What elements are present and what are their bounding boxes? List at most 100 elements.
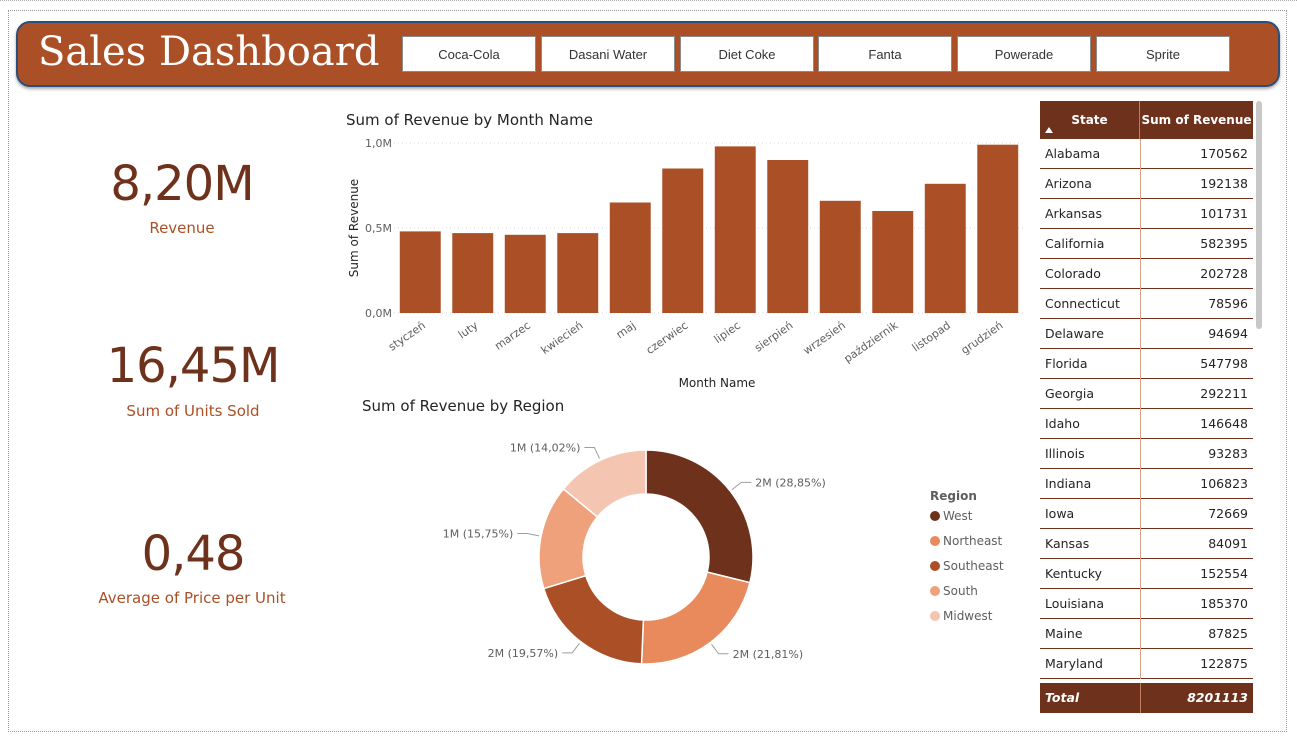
donut-slice[interactable] [542, 574, 645, 665]
cell-revenue: 185370 [1200, 596, 1248, 611]
table-scrollbar[interactable] [1256, 101, 1262, 329]
slice-data-label: 2M (19,57%) [488, 647, 559, 660]
state-revenue-table[interactable]: State Sum of Revenue Alabama 170562 Arizon… [1040, 101, 1253, 713]
legend-item[interactable]: South [943, 584, 978, 598]
column-divider [1140, 259, 1141, 289]
donut-chart[interactable]: 2M (28,85%) 2M (21,81%) 2M (19,57%) 1M (15,… [420, 420, 1020, 680]
bar[interactable] [872, 211, 914, 313]
cell-state: Colorado [1045, 266, 1101, 281]
table-row[interactable]: Maine 87825 [1040, 619, 1253, 649]
table-row[interactable]: Colorado 202728 [1040, 259, 1253, 289]
bar[interactable] [557, 233, 599, 313]
table-row[interactable]: Kansas 84091 [1040, 529, 1253, 559]
cell-state: California [1045, 236, 1105, 251]
table-row[interactable]: Maryland 122875 [1040, 649, 1253, 679]
cell-state: Delaware [1045, 326, 1104, 341]
column-divider [1140, 649, 1141, 679]
slicer-dasani-water[interactable]: Dasani Water [541, 36, 675, 72]
table-row[interactable]: Delaware 94694 [1040, 319, 1253, 349]
slicer-coca-cola[interactable]: Coca-Cola [402, 36, 536, 72]
slicer-diet-coke[interactable]: Diet Coke [680, 36, 814, 72]
bar[interactable] [452, 233, 494, 313]
legend-marker [930, 536, 940, 546]
slice-data-label: 1M (14,02%) [510, 442, 581, 455]
slicer-sprite[interactable]: Sprite [1096, 36, 1230, 72]
legend-item[interactable]: Midwest [943, 609, 993, 623]
slicer-powerade[interactable]: Powerade [957, 36, 1091, 72]
kpi-units-value: 16,45M [106, 338, 281, 394]
bar[interactable] [399, 231, 441, 313]
kpi-price-label: Average of Price per Unit [98, 589, 286, 607]
bar[interactable] [977, 144, 1019, 313]
slice-data-label: 1M (15,75%) [443, 528, 514, 541]
x-tick-label: marzec [492, 319, 533, 353]
legend-item[interactable]: Northeast [943, 534, 1003, 548]
x-tick-label: listopad [910, 319, 953, 355]
x-tick-label: sierpień [752, 319, 795, 355]
column-divider [1140, 439, 1141, 469]
x-tick-label: wrzesień [801, 319, 848, 358]
bar[interactable] [819, 200, 861, 313]
column-header-state[interactable]: State [1040, 101, 1140, 139]
cell-state: Illinois [1045, 446, 1085, 461]
bar[interactable] [714, 146, 756, 313]
column-header-revenue-label: Sum of Revenue [1141, 113, 1252, 127]
bar[interactable] [924, 183, 966, 313]
cell-revenue: 101731 [1200, 206, 1248, 221]
x-tick-label: grudzień [959, 319, 1006, 357]
cell-state: Florida [1045, 356, 1088, 371]
x-tick-label: luty [456, 319, 481, 342]
bar[interactable] [609, 202, 651, 314]
cell-state: Georgia [1045, 386, 1095, 401]
table-row[interactable]: Indiana 106823 [1040, 469, 1253, 499]
column-divider [1140, 589, 1141, 619]
table-row[interactable]: Connecticut 78596 [1040, 289, 1253, 319]
y-tick-label: 0,5M [365, 222, 392, 235]
table-row[interactable]: Georgia 292211 [1040, 379, 1253, 409]
cell-state: Arizona [1045, 176, 1092, 191]
column-divider [1140, 379, 1141, 409]
table-row[interactable]: Arkansas 101731 [1040, 199, 1253, 229]
leader-line [731, 481, 752, 491]
bar[interactable] [767, 160, 809, 313]
x-tick-label: maj [614, 319, 638, 341]
cell-state: Connecticut [1045, 296, 1120, 311]
slice-data-label: 2M (28,85%) [755, 476, 826, 489]
table-row[interactable]: Kentucky 152554 [1040, 559, 1253, 589]
table-row[interactable]: Louisiana 185370 [1040, 589, 1253, 619]
cell-revenue: 202728 [1200, 266, 1248, 281]
cell-revenue: 170562 [1200, 146, 1248, 161]
column-header-revenue[interactable]: Sum of Revenue [1140, 101, 1253, 139]
table-row[interactable]: Idaho 146648 [1040, 409, 1253, 439]
cell-state: Indiana [1045, 476, 1092, 491]
bar-chart[interactable]: 0,0M 0,5M 1,0M Sum of Revenue styczeń luty mar… [330, 130, 1040, 400]
table-row[interactable]: Arizona 192138 [1040, 169, 1253, 199]
table-row[interactable]: California 582395 [1040, 229, 1253, 259]
table-row[interactable]: Alabama 170562 [1040, 139, 1253, 169]
leader-line [711, 643, 729, 655]
legend-item[interactable]: West [943, 509, 973, 523]
sort-ascending-icon[interactable] [1045, 127, 1053, 133]
page-title: Sales Dashboard [38, 29, 380, 75]
donut-slice[interactable] [645, 449, 754, 584]
table-row[interactable]: Illinois 93283 [1040, 439, 1253, 469]
cell-state: Iowa [1045, 506, 1075, 521]
slicer-fanta[interactable]: Fanta [818, 36, 952, 72]
cell-state: Kansas [1045, 536, 1090, 551]
cell-state: Maine [1045, 626, 1083, 641]
leader-line [562, 643, 580, 654]
column-divider [1140, 559, 1141, 589]
x-tick-label: kwiecień [539, 319, 586, 357]
slice-data-label: 2M (21,81%) [733, 648, 804, 661]
bar[interactable] [662, 168, 704, 314]
bar[interactable] [504, 234, 546, 313]
column-divider [1140, 469, 1141, 499]
legend-item[interactable]: Southeast [943, 559, 1004, 573]
table-row[interactable]: Iowa 72669 [1040, 499, 1253, 529]
cell-revenue: 547798 [1200, 356, 1248, 371]
total-value: 8201113 [1187, 690, 1248, 705]
header-banner: Sales Dashboard Coca-Cola Dasani Water D… [16, 21, 1280, 87]
cell-revenue: 94694 [1208, 326, 1248, 341]
kpi-units-label: Sum of Units Sold [126, 402, 260, 420]
table-row[interactable]: Florida 547798 [1040, 349, 1253, 379]
